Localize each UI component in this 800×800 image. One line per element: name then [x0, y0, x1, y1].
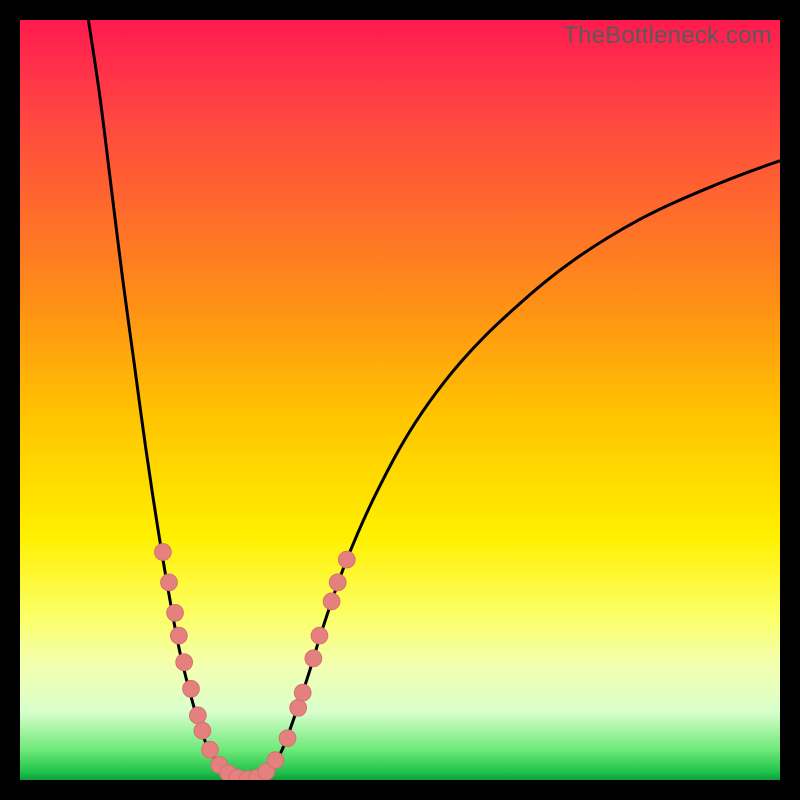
- data-marker: [183, 680, 200, 697]
- marker-group: [155, 544, 356, 780]
- data-marker: [338, 551, 355, 568]
- data-marker: [194, 722, 211, 739]
- data-marker: [323, 593, 340, 610]
- data-marker: [170, 627, 187, 644]
- curve-valley-curve-right: [248, 161, 780, 780]
- data-marker: [176, 654, 193, 671]
- data-marker: [155, 544, 172, 561]
- data-marker: [161, 574, 178, 591]
- data-marker: [189, 707, 206, 724]
- data-marker: [290, 699, 307, 716]
- data-marker: [305, 650, 322, 667]
- plot-frame: TheBottleneck.com: [20, 20, 780, 780]
- data-marker: [311, 627, 328, 644]
- curve-valley-curve-left: [88, 20, 248, 780]
- plot-overlay-svg: [20, 20, 780, 780]
- data-marker: [202, 741, 219, 758]
- data-marker: [267, 752, 284, 769]
- data-marker: [294, 684, 311, 701]
- watermark-text: TheBottleneck.com: [563, 22, 772, 50]
- data-marker: [329, 574, 346, 591]
- data-marker: [167, 604, 184, 621]
- data-marker: [279, 730, 296, 747]
